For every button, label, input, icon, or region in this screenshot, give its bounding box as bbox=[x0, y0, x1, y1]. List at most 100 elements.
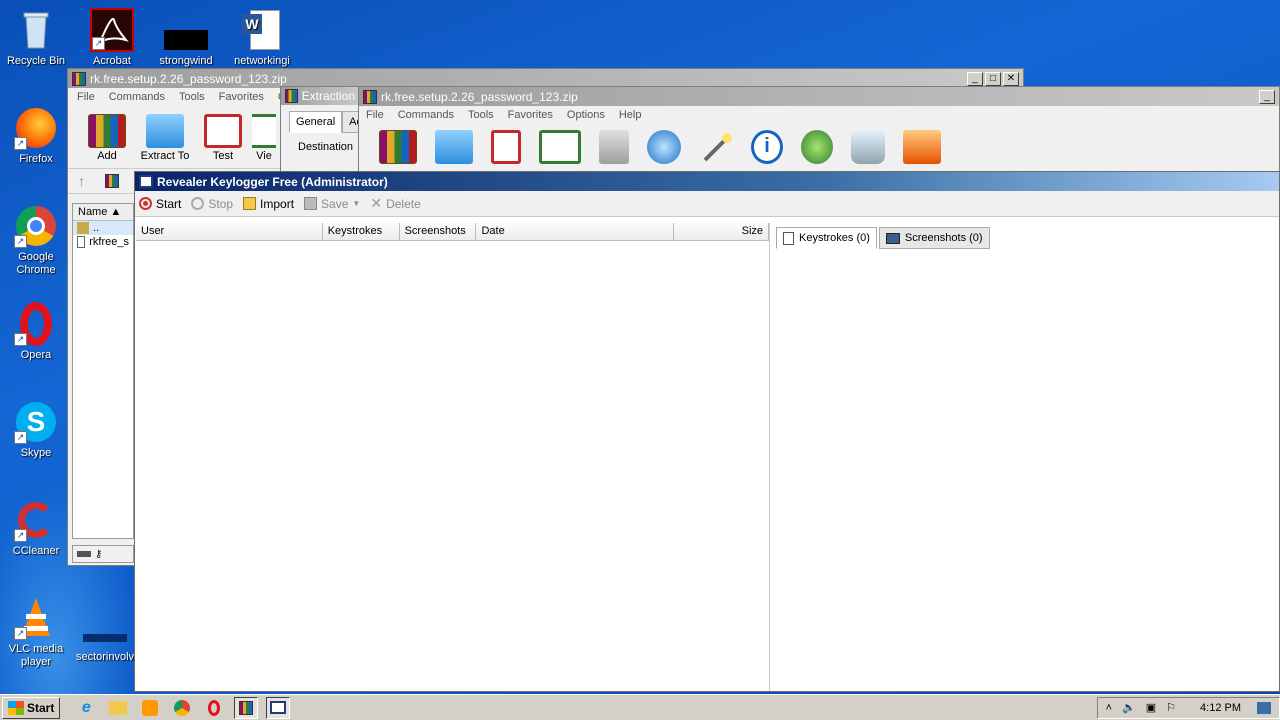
shortcut-arrow-icon: ↗ bbox=[14, 235, 27, 248]
menu-commands[interactable]: Commands bbox=[391, 109, 461, 121]
winrar-front-titlebar[interactable]: rk.free.setup.2.26_password_123.zip _ bbox=[359, 87, 1279, 106]
clock[interactable]: 4:12 PM bbox=[1200, 702, 1241, 714]
clipboard-check-icon[interactable] bbox=[491, 130, 521, 164]
save-label: Save bbox=[321, 196, 349, 211]
column-name-header[interactable]: Name ▲ bbox=[73, 204, 133, 221]
desktop-icon-sectorinvolv[interactable]: sectorinvolv bbox=[70, 604, 140, 664]
archive-add-icon bbox=[88, 114, 126, 148]
desktop-icon-firefox[interactable]: ↗ Firefox bbox=[1, 106, 71, 166]
extract-to-button[interactable]: Extract To bbox=[136, 114, 194, 168]
comment-icon[interactable] bbox=[851, 130, 885, 164]
revealer-taskbar-icon[interactable] bbox=[266, 696, 291, 719]
minimize-button[interactable]: _ bbox=[1259, 89, 1275, 104]
menu-file[interactable]: File bbox=[359, 109, 391, 121]
action-center-flag-icon[interactable]: ⚐ bbox=[1166, 701, 1176, 714]
opera-icon: ↗ bbox=[14, 302, 58, 346]
minimize-button[interactable]: _ bbox=[967, 71, 983, 86]
trash-icon[interactable] bbox=[599, 130, 629, 164]
desktop-icon-networkingi[interactable]: W networkingi bbox=[227, 8, 297, 68]
opera-taskbar-icon[interactable] bbox=[202, 697, 226, 719]
record-icon bbox=[139, 197, 152, 210]
list-item[interactable]: rkfree_s bbox=[73, 235, 133, 249]
book-icon[interactable] bbox=[539, 130, 581, 164]
folder-icon bbox=[146, 114, 184, 148]
desktop-icon-label: Recycle Bin bbox=[6, 55, 66, 67]
tab-general[interactable]: General bbox=[289, 111, 343, 133]
dialog-title: Extraction bbox=[301, 89, 355, 103]
desktop-icon-vlc[interactable]: ↗ VLC media player bbox=[1, 596, 71, 669]
column-screenshots[interactable]: Screenshots bbox=[400, 223, 477, 240]
network-icon[interactable]: ▣ bbox=[1146, 701, 1156, 714]
column-size[interactable]: Size bbox=[674, 223, 770, 240]
desktop-icon-opera[interactable]: ↗ Opera bbox=[1, 302, 71, 362]
delete-label: Delete bbox=[386, 196, 421, 211]
up-arrow-icon[interactable]: ↑ bbox=[78, 173, 85, 189]
winrar-front-window[interactable]: rk.free.setup.2.26_password_123.zip _ Fi… bbox=[358, 86, 1280, 176]
import-label: Import bbox=[260, 196, 295, 211]
tab-label: Screenshots (0) bbox=[904, 232, 983, 244]
virus-scan-icon[interactable] bbox=[801, 130, 833, 164]
sfx-icon[interactable] bbox=[903, 130, 941, 164]
volume-icon[interactable]: 🔈 bbox=[1122, 701, 1136, 714]
desktop-icon-strongwind[interactable]: strongwind bbox=[151, 8, 221, 68]
start-button[interactable]: Start bbox=[139, 197, 181, 211]
acrobat-icon: ↗ bbox=[90, 8, 134, 52]
view-button[interactable]: Vie bbox=[252, 114, 276, 168]
picture-icon bbox=[885, 232, 900, 244]
revealer-toolbar: Start Stop Import Save ▼ ✕ Delete bbox=[135, 191, 1279, 217]
log-list[interactable]: User Keystrokes Screenshots Date Size bbox=[136, 223, 770, 691]
recycle-bin-icon bbox=[14, 8, 58, 52]
menu-help[interactable]: Help bbox=[612, 109, 649, 121]
menu-commands[interactable]: Commands bbox=[102, 91, 172, 103]
tab-screenshots[interactable]: Screenshots (0) bbox=[878, 227, 990, 249]
menu-favorites[interactable]: Favorites bbox=[212, 91, 271, 103]
folder-icon[interactable] bbox=[435, 130, 473, 164]
explorer-taskbar-icon[interactable] bbox=[106, 697, 130, 719]
close-button[interactable]: ✕ bbox=[1003, 71, 1019, 86]
column-keystrokes[interactable]: Keystrokes bbox=[323, 223, 400, 240]
save-button[interactable]: Save ▼ bbox=[304, 197, 360, 211]
tray-expand-icon[interactable]: ˄ bbox=[1106, 702, 1112, 714]
maximize-button[interactable]: □ bbox=[985, 71, 1001, 86]
menu-favorites[interactable]: Favorites bbox=[501, 109, 560, 121]
start-button[interactable]: Start bbox=[2, 696, 61, 719]
desktop-icon-chrome[interactable]: ↗ Google Chrome bbox=[1, 204, 71, 277]
winrar-taskbar-icon[interactable] bbox=[234, 696, 259, 719]
column-date[interactable]: Date bbox=[476, 223, 675, 240]
delete-button[interactable]: ✕ Delete bbox=[370, 195, 420, 212]
add-button[interactable]: Add bbox=[78, 114, 136, 168]
menu-options[interactable]: Options bbox=[560, 109, 612, 121]
tab-keystrokes[interactable]: Keystrokes (0) bbox=[776, 227, 877, 249]
desktop-icon-skype[interactable]: S ↗ Skype bbox=[1, 400, 71, 460]
desktop-icon-acrobat[interactable]: ↗ Acrobat bbox=[77, 8, 147, 68]
magnifier-icon[interactable] bbox=[647, 130, 681, 164]
chrome-taskbar-icon[interactable] bbox=[170, 697, 194, 719]
column-user[interactable]: User bbox=[136, 223, 323, 240]
show-desktop-icon[interactable] bbox=[1257, 701, 1271, 714]
dropdown-arrow-icon[interactable]: ▼ bbox=[352, 199, 360, 208]
tab-advanced[interactable]: Ac bbox=[342, 111, 359, 133]
extraction-dialog[interactable]: Extraction General Ac Destination bbox=[280, 86, 360, 176]
menu-tools[interactable]: Tools bbox=[461, 109, 501, 121]
desktop-icon-recycle-bin[interactable]: Recycle Bin bbox=[1, 8, 71, 68]
statusbar: ⚷ bbox=[72, 545, 134, 563]
revealer-titlebar[interactable]: Revealer Keylogger Free (Administrator) bbox=[135, 172, 1279, 191]
stop-button[interactable]: Stop bbox=[191, 197, 233, 211]
file-name: rkfree_s bbox=[89, 236, 129, 248]
import-button[interactable]: Import bbox=[243, 197, 294, 211]
desktop-icon-label: sectorinvolv bbox=[75, 651, 135, 663]
shortcut-arrow-icon: ↗ bbox=[14, 333, 27, 346]
desktop-icon-ccleaner[interactable]: ↗ CCleaner bbox=[1, 498, 71, 558]
media-player-taskbar-icon[interactable] bbox=[138, 697, 162, 719]
ie-taskbar-icon[interactable]: e bbox=[74, 697, 98, 719]
extraction-titlebar[interactable]: Extraction bbox=[281, 87, 359, 105]
start-label: Start bbox=[156, 196, 182, 211]
file-list[interactable]: Name ▲ .. rkfree_s bbox=[72, 203, 134, 539]
archive-add-icon[interactable] bbox=[379, 130, 417, 164]
info-icon[interactable]: i bbox=[751, 130, 783, 164]
wizard-icon[interactable] bbox=[699, 130, 733, 164]
menu-file[interactable]: File bbox=[70, 91, 102, 103]
list-item[interactable]: .. bbox=[73, 221, 133, 235]
test-button[interactable]: Test bbox=[194, 114, 252, 168]
menu-tools[interactable]: Tools bbox=[172, 91, 212, 103]
